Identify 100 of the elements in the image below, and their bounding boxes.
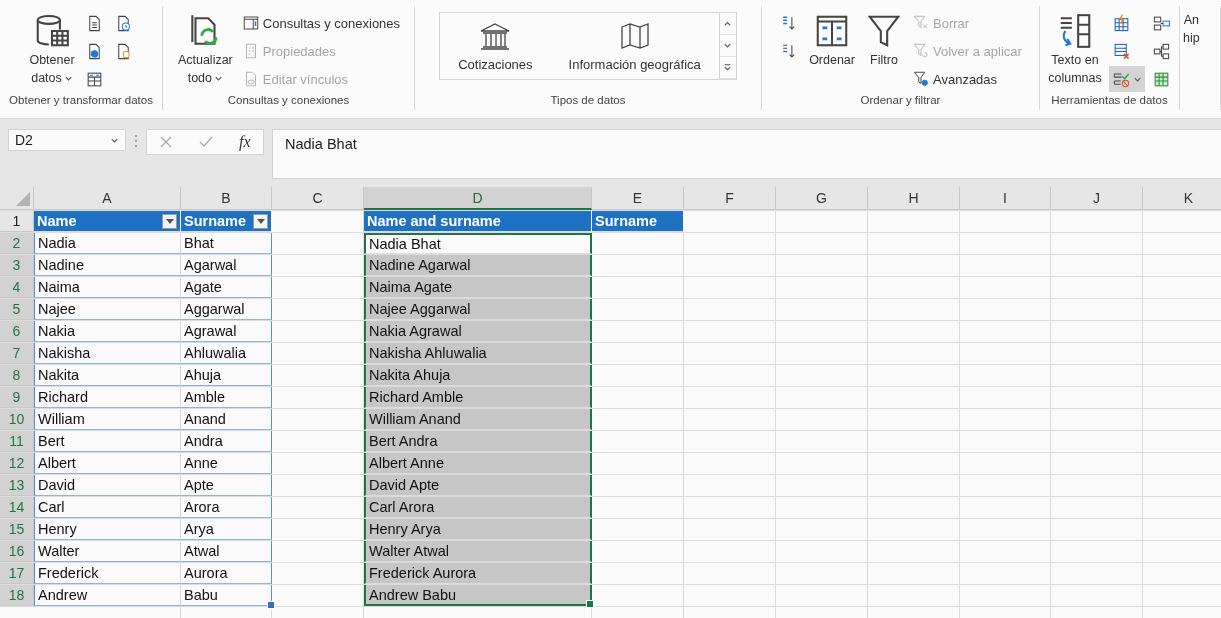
column-header[interactable]: I	[960, 187, 1051, 210]
column-header[interactable]: A	[34, 187, 181, 210]
column-header[interactable]: C	[272, 187, 364, 210]
table-cell: Apte	[181, 475, 272, 496]
table-cell: Arora	[181, 497, 272, 518]
group-label: Tipos de datos	[549, 94, 627, 108]
drag-handle-icon[interactable]	[134, 134, 138, 148]
cell: Nakita Ahuja	[364, 365, 592, 386]
table-cell: Anand	[181, 409, 272, 430]
ribbon-button[interactable]: Consultas y conexiones	[239, 10, 403, 36]
cell: Bert Andra	[364, 431, 592, 452]
gallery-item[interactable]: Información geográfica	[550, 13, 719, 79]
table-cell: Walter	[34, 541, 181, 562]
cell: Henry Arya	[364, 519, 592, 540]
table-cell: Henry	[34, 519, 181, 540]
row-header[interactable]: 4	[0, 277, 34, 298]
row-header[interactable]: 12	[0, 453, 34, 474]
table-cell: Arya	[181, 519, 272, 540]
table-cell: Andrew	[34, 585, 181, 606]
row-header[interactable]: 8	[0, 365, 34, 386]
cell: Nakisha Ahluwalia	[364, 343, 592, 364]
row-header[interactable]: 17	[0, 563, 34, 584]
table-cell: Anne	[181, 453, 272, 474]
table-cell: Nakisha	[34, 343, 181, 364]
cell: Naima Agate	[364, 277, 592, 298]
group-label: Obtener y transformar datos	[8, 94, 154, 108]
table-cell: Bhat	[181, 233, 272, 254]
row-header[interactable]: 1	[0, 211, 34, 232]
table-cell: Richard	[34, 387, 181, 408]
table-cell: Bert	[34, 431, 181, 452]
column-header[interactable]: G	[776, 187, 868, 210]
expand-icon	[723, 63, 733, 72]
table-cell: Agate	[181, 277, 272, 298]
cell: Carl Arora	[364, 497, 592, 518]
table-cell: Naima	[34, 277, 181, 298]
table-cell: Aurora	[181, 563, 272, 584]
ribbon-button[interactable]: Avanzadas	[910, 66, 1024, 92]
row-header[interactable]: 9	[0, 387, 34, 408]
row-header[interactable]: 16	[0, 541, 34, 562]
filter-button[interactable]	[253, 213, 268, 229]
table-header-cell: Name	[34, 211, 181, 232]
group-label: Herramientas de datos	[1050, 94, 1169, 108]
tree-boxes-icon	[1151, 41, 1171, 61]
table-cell: Babu	[181, 585, 272, 606]
table-cell: Andra	[181, 431, 272, 452]
row-header[interactable]: 15	[0, 519, 34, 540]
column-header[interactable]: B	[181, 187, 272, 210]
cell: Nadia Bhat	[364, 233, 592, 254]
ribbon-button[interactable]: Obtener datos	[26, 8, 78, 90]
cell: William Anand	[364, 409, 592, 430]
column-header[interactable]: E	[592, 187, 684, 210]
table-cell: Aggarwal	[181, 299, 272, 320]
row-header[interactable]: 6	[0, 321, 34, 342]
ribbon-button[interactable]: Ordenar	[806, 8, 858, 72]
table-cell: William	[34, 409, 181, 430]
group-label: Consultas y conexiones	[226, 94, 351, 108]
ribbon-button[interactable]: Filtro	[862, 8, 906, 72]
table-cell: Ahuja	[181, 365, 272, 386]
row-header[interactable]: 10	[0, 409, 34, 430]
gallery-item[interactable]: Cotizaciones	[440, 13, 551, 79]
table-cell: David	[34, 475, 181, 496]
group-label: Ordenar y filtrar	[859, 94, 942, 108]
funnel-gear-icon	[912, 70, 930, 88]
ribbon-button[interactable]: Texto en columnas	[1045, 8, 1105, 90]
ribbon-button[interactable]: An hip	[1180, 8, 1203, 50]
cell: Nadine Agarwal	[364, 255, 592, 276]
cell: Andrew Babu	[364, 585, 592, 606]
column-header[interactable]: J	[1051, 187, 1143, 210]
toolbar-button[interactable]	[1108, 66, 1145, 92]
row-header[interactable]: 2	[0, 233, 34, 254]
filter-button[interactable]	[162, 213, 177, 229]
table-cell: Amble	[181, 387, 272, 408]
row-header[interactable]: 18	[0, 585, 34, 606]
table-cell: Nakia	[34, 321, 181, 342]
row-header[interactable]: 7	[0, 343, 34, 364]
cell: Albert Anne	[364, 453, 592, 474]
table-cell: Nadia	[34, 233, 181, 254]
cell: Walter Atwal	[364, 541, 592, 562]
column-header[interactable]: F	[684, 187, 776, 210]
table-cell: Najee	[34, 299, 181, 320]
panel-icon	[241, 14, 260, 32]
row-header[interactable]: 3	[0, 255, 34, 276]
row-header[interactable]: 14	[0, 497, 34, 518]
table-header-cell: Surname	[181, 211, 272, 232]
table-cell: Carl	[34, 497, 181, 518]
row-header[interactable]: 5	[0, 299, 34, 320]
name-box[interactable]: D2	[8, 129, 126, 151]
caret-icon	[256, 218, 265, 224]
table-header-cell: Name and surname	[364, 211, 592, 232]
row-header[interactable]: 11	[0, 431, 34, 452]
table-header-cell: Surname	[592, 211, 684, 232]
column-header[interactable]: K	[1143, 187, 1221, 210]
column-header[interactable]: H	[868, 187, 960, 210]
ribbon-button[interactable]: Actualizar todo	[174, 8, 236, 90]
column-header[interactable]: D	[364, 187, 592, 210]
row-header[interactable]: 13	[0, 475, 34, 496]
check-icon[interactable]	[198, 135, 215, 149]
table-cell: Agrawal	[181, 321, 272, 342]
formula-field[interactable]: Nadia Bhat	[272, 129, 1221, 179]
insert-function-button[interactable]: fx	[239, 133, 251, 151]
